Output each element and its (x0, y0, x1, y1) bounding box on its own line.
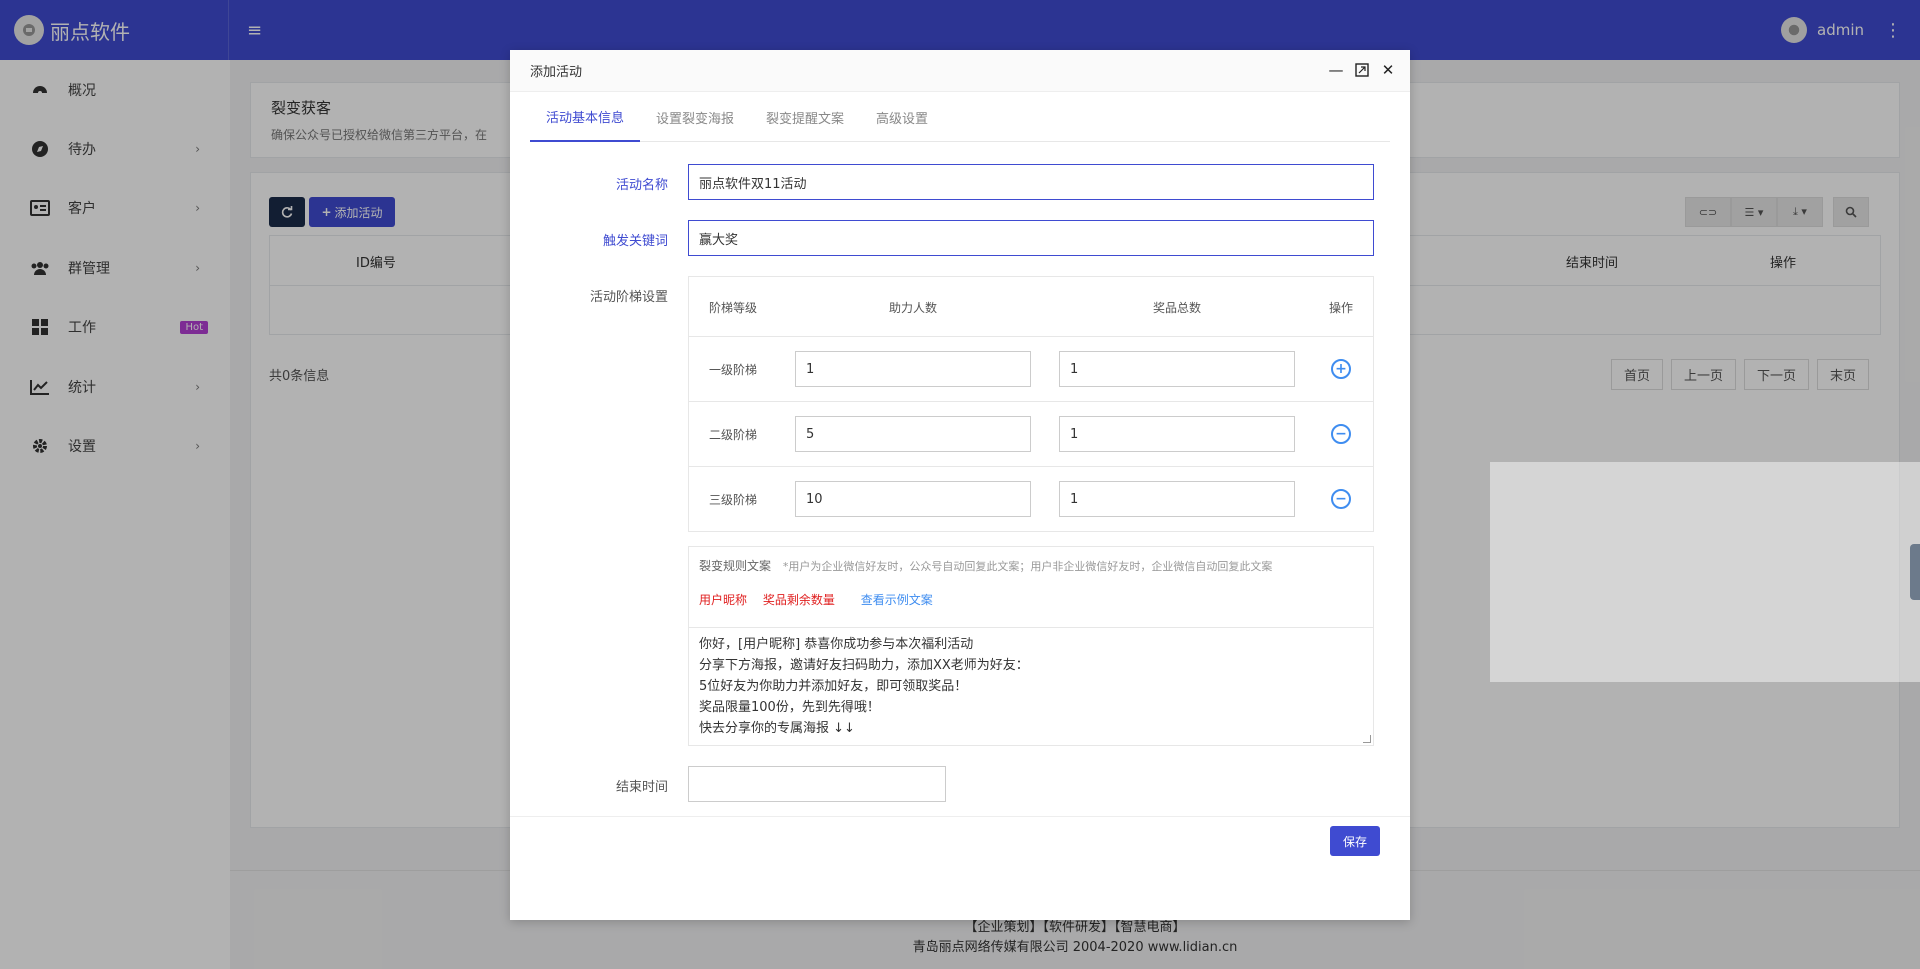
tab-basic-info[interactable]: 活动基本信息 (530, 92, 641, 142)
modal-tabs: 活动基本信息 设置裂变海报 裂变提醒文案 高级设置 (530, 92, 1390, 142)
tab-reminder-text[interactable]: 裂变提醒文案 (750, 92, 860, 142)
ladder-row: 一级阶梯 1 1 + (689, 337, 1373, 402)
keyword-input[interactable]: 赢大奖 (688, 220, 1374, 256)
helpers-input[interactable]: 5 (795, 416, 1031, 452)
rule-line: 奖品限量100份，先到先得哦！ (699, 700, 880, 715)
ladder-label: 活动阶梯设置 (589, 290, 668, 305)
helpers-input[interactable]: 1 (795, 351, 1031, 387)
ladder-col-prizes: 奖品总数 (1153, 301, 1202, 315)
ladder-col-actions: 操作 (1329, 301, 1354, 315)
tag-remaining-prizes[interactable]: 奖品剩余数量 (763, 593, 835, 607)
keyword-label: 触发关键词 (602, 234, 668, 249)
ladder-col-helpers: 助力人数 (889, 301, 938, 315)
rule-line: 你好，[用户昵称] 恭喜你成功参与本次福利活动 (699, 637, 974, 652)
rule-note: *用户为企业微信好友时，公众号自动回复此文案；用户非企业微信好友时，企业微信自动… (782, 560, 1273, 573)
ladder-row: 二级阶梯 5 1 − (689, 402, 1373, 467)
rule-textarea[interactable]: 你好，[用户昵称] 恭喜你成功参与本次福利活动 分享下方海报，邀请好友扫码助力，… (689, 627, 1373, 745)
prizes-input[interactable]: 1 (1059, 351, 1295, 387)
add-ladder-icon[interactable]: + (1331, 359, 1351, 379)
save-button[interactable]: 保存 (1330, 826, 1380, 856)
rule-text-box: 裂变规则文案 *用户为企业微信好友时，公众号自动回复此文案；用户非企业微信好友时… (688, 546, 1374, 746)
remove-ladder-icon[interactable]: − (1331, 489, 1351, 509)
maximize-icon[interactable] (1354, 62, 1370, 78)
end-time-input[interactable] (688, 766, 946, 802)
tag-nickname[interactable]: 用户昵称 (699, 593, 747, 607)
rule-tags: 用户昵称 奖品剩余数量 查看示例文案 (699, 591, 945, 608)
ladder-header-row: 阶梯等级 助力人数 奖品总数 操作 (689, 277, 1373, 337)
activity-name-label: 活动名称 (615, 178, 668, 193)
add-activity-modal: 添加活动 — ✕ 活动基本信息 设置裂变海报 裂变提醒文案 高级设置 活动名称 … (510, 50, 1410, 920)
ladder-table: 阶梯等级 助力人数 奖品总数 操作 一级阶梯 1 1 + 二级阶梯 5 1 − … (688, 276, 1374, 532)
prizes-input[interactable]: 1 (1059, 416, 1295, 452)
minimize-icon[interactable]: — (1328, 61, 1344, 79)
modal-header: 添加活动 — ✕ (510, 50, 1410, 92)
ladder-level: 三级阶梯 (709, 493, 758, 507)
helpers-input[interactable]: 10 (795, 481, 1031, 517)
activity-name-input[interactable]: 丽点软件双11活动 (688, 164, 1374, 200)
tab-advanced[interactable]: 高级设置 (860, 92, 944, 142)
ladder-level: 一级阶梯 (709, 363, 758, 377)
end-time-label: 结束时间 (615, 780, 668, 795)
backdrop-highlight (1490, 462, 1920, 682)
modal-footer-divider (510, 816, 1410, 817)
side-tab-handle[interactable] (1910, 544, 1920, 600)
remove-ladder-icon[interactable]: − (1331, 424, 1351, 444)
modal-title: 添加活动 (530, 65, 583, 80)
ladder-col-level: 阶梯等级 (709, 301, 758, 315)
close-icon[interactable]: ✕ (1380, 61, 1396, 79)
window-controls: — ✕ (1328, 61, 1396, 79)
resize-handle-icon[interactable] (1363, 735, 1371, 743)
rule-label: 裂变规则文案 (699, 559, 772, 573)
ladder-level: 二级阶梯 (709, 428, 758, 442)
ladder-row: 三级阶梯 10 1 − (689, 467, 1373, 531)
rule-header: 裂变规则文案 *用户为企业微信好友时，公众号自动回复此文案；用户非企业微信好友时… (699, 557, 1272, 574)
rule-line: 分享下方海报，邀请好友扫码助力，添加XX老师为好友： (699, 658, 1029, 673)
rule-line: 快去分享你的专属海报 ↓↓ (699, 721, 855, 736)
tab-poster[interactable]: 设置裂变海报 (640, 92, 750, 142)
rule-line: 5位好友为你助力并添加好友，即可领取奖品！ (699, 679, 968, 694)
prizes-input[interactable]: 1 (1059, 481, 1295, 517)
view-example-link[interactable]: 查看示例文案 (861, 593, 933, 607)
